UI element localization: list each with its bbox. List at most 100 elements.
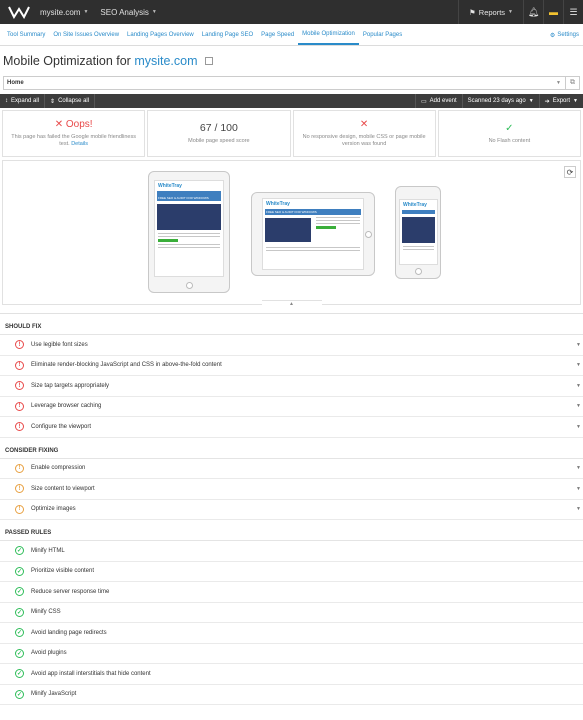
mobile-friendly-card: ✕ Oops! This page has failed the Google …: [2, 110, 146, 157]
tab-landing-pages-overview[interactable]: Landing Pages Overview: [123, 24, 198, 45]
rule-row[interactable]: ! Size tap targets appropriately ▼: [0, 376, 583, 397]
preview-line: [158, 244, 220, 245]
tool-dropdown[interactable]: SEO Analysis ▼: [100, 8, 156, 17]
collapse-all-button[interactable]: ⇕ Collapse all: [45, 94, 96, 108]
notifications-button[interactable]: 🔔︎: [523, 0, 543, 24]
rule-row[interactable]: ✓ Prioritize visible content: [0, 562, 583, 582]
tab-on-site-issues[interactable]: On Site Issues Overview: [49, 24, 123, 45]
tab-landing-page-seo[interactable]: Landing Page SEO: [198, 24, 257, 45]
preview-body: [263, 215, 363, 245]
expand-all-label: Expand all: [11, 98, 40, 104]
export-dropdown[interactable]: ➔ Export ▼: [538, 94, 583, 108]
top-bar: mysite.com ▼ SEO Analysis ▼ ⚑ Reports ▼ …: [0, 0, 583, 24]
tab-tool-summary[interactable]: Tool Summary: [0, 24, 49, 45]
tab-mobile-optimization[interactable]: Mobile Optimization: [298, 24, 359, 45]
rule-label: Minify CSS: [31, 609, 61, 616]
rule-label: Configure the viewport: [31, 423, 92, 430]
rule-row[interactable]: ! Enable compression ▼: [0, 459, 583, 479]
preview-button: [316, 226, 336, 229]
rule-row[interactable]: ! Leverage browser caching ▼: [0, 397, 583, 417]
bell-icon: 🔔︎: [527, 6, 540, 17]
error-icon: !: [15, 422, 24, 432]
rule-label: Enable compression: [31, 465, 86, 472]
add-event-label: Add event: [429, 98, 457, 104]
scan-label: Scanned 23 days ago: [467, 98, 526, 104]
rule-label: Optimize images: [31, 506, 76, 513]
open-page-button[interactable]: ⧉: [566, 76, 580, 90]
preview-collapse-handle[interactable]: ▲: [261, 300, 322, 308]
expand-icon: ↕: [5, 98, 8, 104]
mobile-friendly-text: This page has failed the Google mobile f…: [11, 134, 136, 147]
chevron-down-icon: ▼: [83, 9, 89, 15]
rule-row[interactable]: ✓ Minify HTML: [0, 541, 583, 562]
chevron-down-icon: ▼: [576, 506, 581, 513]
tab-popular-pages[interactable]: Popular Pages: [359, 24, 406, 45]
scan-dropdown[interactable]: Scanned 23 days ago ▼: [461, 94, 539, 108]
rule-row[interactable]: ! Eliminate render-blocking JavaScript an…: [0, 356, 583, 376]
rule-row[interactable]: ! Size content to viewport ▼: [0, 479, 583, 500]
details-link[interactable]: Details: [71, 141, 88, 147]
chevron-down-icon: ▼: [576, 341, 581, 348]
check-icon: ✓: [15, 648, 24, 658]
flash-content-text: No Flash content: [488, 137, 531, 144]
rule-row[interactable]: ✓ Avoid plugins: [0, 644, 583, 664]
tab-page-speed[interactable]: Page Speed: [257, 24, 298, 45]
logo-icon[interactable]: [8, 5, 30, 19]
flag-icon: ⚑: [469, 7, 476, 17]
home-button-icon: [415, 268, 422, 275]
responsive-design-status: ✕: [359, 119, 369, 130]
preview-line: [266, 247, 360, 248]
preview-line: [316, 217, 360, 218]
consider-fixing-heading: CONSIDER FIXING: [0, 438, 583, 459]
rule-row[interactable]: ✓ Reduce server response time: [0, 582, 583, 603]
preview-line: [158, 247, 220, 248]
preview-line: [403, 246, 434, 247]
rule-row[interactable]: ! Optimize images ▼: [0, 500, 583, 520]
rule-label: Avoid landing page redirects: [31, 629, 107, 636]
check-icon: ✓: [15, 587, 24, 597]
speed-score-card: 67 / 100 Mobile page speed score: [147, 110, 291, 157]
speed-score-text: Mobile page speed score: [188, 138, 250, 144]
warning-icon: !: [15, 463, 24, 473]
page-select[interactable]: Home ▼: [3, 76, 566, 90]
refresh-button[interactable]: ⟳: [564, 166, 576, 178]
page-header: Mobile Optimization for mysite.com: [0, 46, 583, 76]
messages-button[interactable]: ▬: [543, 0, 563, 24]
reports-dropdown[interactable]: ⚑ Reports ▼: [458, 0, 523, 24]
rule-row[interactable]: ✓ Avoid app install interstitials that hi…: [0, 664, 583, 685]
collapse-all-label: Collapse all: [58, 98, 90, 104]
rule-row[interactable]: ✓ Avoid landing page redirects: [0, 623, 583, 644]
rule-label: Prioritize visible content: [31, 568, 95, 575]
settings-link[interactable]: ⚙ Settings: [550, 24, 579, 46]
expand-all-button[interactable]: ↕ Expand all: [0, 94, 46, 108]
rule-row[interactable]: ! Configure the viewport ▼: [0, 417, 583, 438]
preview-line: [158, 236, 220, 237]
preview-banner-text: FREE SEO & AUDIT FOR WINDOWS: [157, 195, 221, 201]
rule-row[interactable]: ! Use legible font sizes ▼: [0, 335, 583, 356]
add-event-button[interactable]: ▭ Add event: [414, 94, 462, 108]
check-icon: ✓: [15, 628, 24, 638]
check-icon: ✓: [15, 689, 24, 699]
page-title-site-link[interactable]: mysite.com: [134, 54, 197, 68]
menu-button[interactable]: ☰: [563, 0, 583, 24]
chevron-down-icon: ▼: [151, 9, 157, 15]
chevron-down-icon: ▼: [576, 382, 581, 389]
hamburger-icon: ☰: [569, 6, 578, 17]
gear-icon: ⚙: [549, 32, 556, 39]
tool-dropdown-label: SEO Analysis: [100, 7, 149, 17]
speed-score-value: 67 / 100: [199, 122, 238, 134]
chevron-down-icon: ▼: [556, 80, 561, 86]
preview-image: [157, 204, 221, 230]
mobile-friendly-status: ✕ Oops!: [54, 119, 93, 130]
flash-content-card: ✓ No Flash content: [437, 110, 581, 157]
preview-logo: WhiteTray: [403, 202, 427, 208]
rule-row[interactable]: ✓ Minify JavaScript: [0, 685, 583, 705]
site-dropdown[interactable]: mysite.com ▼: [40, 8, 88, 17]
error-icon: !: [15, 381, 24, 391]
rule-row[interactable]: ✓ Minify CSS: [0, 603, 583, 623]
preview-image: [265, 218, 311, 242]
preview-line: [316, 220, 360, 221]
preview-logo: WhiteTray: [266, 201, 290, 207]
external-link-icon[interactable]: [205, 56, 213, 65]
tablet-landscape-screen: WhiteTray FREE SEO & AUDIT FOR WINDOWS: [262, 198, 364, 270]
